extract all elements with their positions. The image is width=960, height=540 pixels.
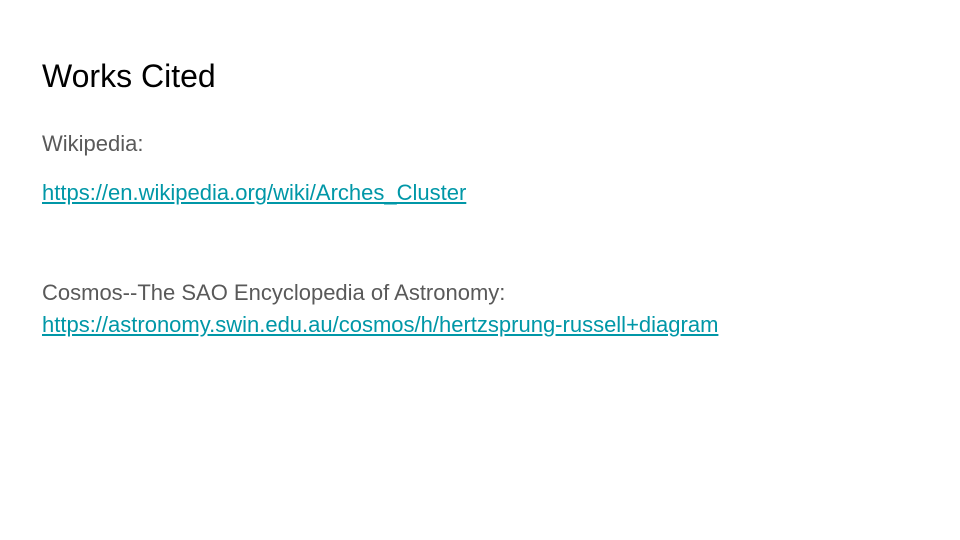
source-link-wikipedia[interactable]: https://en.wikipedia.org/wiki/Arches_Clu…	[42, 177, 466, 209]
source-label-cosmos: Cosmos--The SAO Encyclopedia of Astronom…	[42, 280, 506, 305]
slide: Works Cited Wikipedia: https://en.wikipe…	[0, 0, 960, 540]
source-label-wikipedia: Wikipedia:	[42, 131, 144, 156]
source-link-cosmos[interactable]: https://astronomy.swin.edu.au/cosmos/h/h…	[42, 309, 718, 341]
slide-title: Works Cited	[42, 58, 216, 94]
